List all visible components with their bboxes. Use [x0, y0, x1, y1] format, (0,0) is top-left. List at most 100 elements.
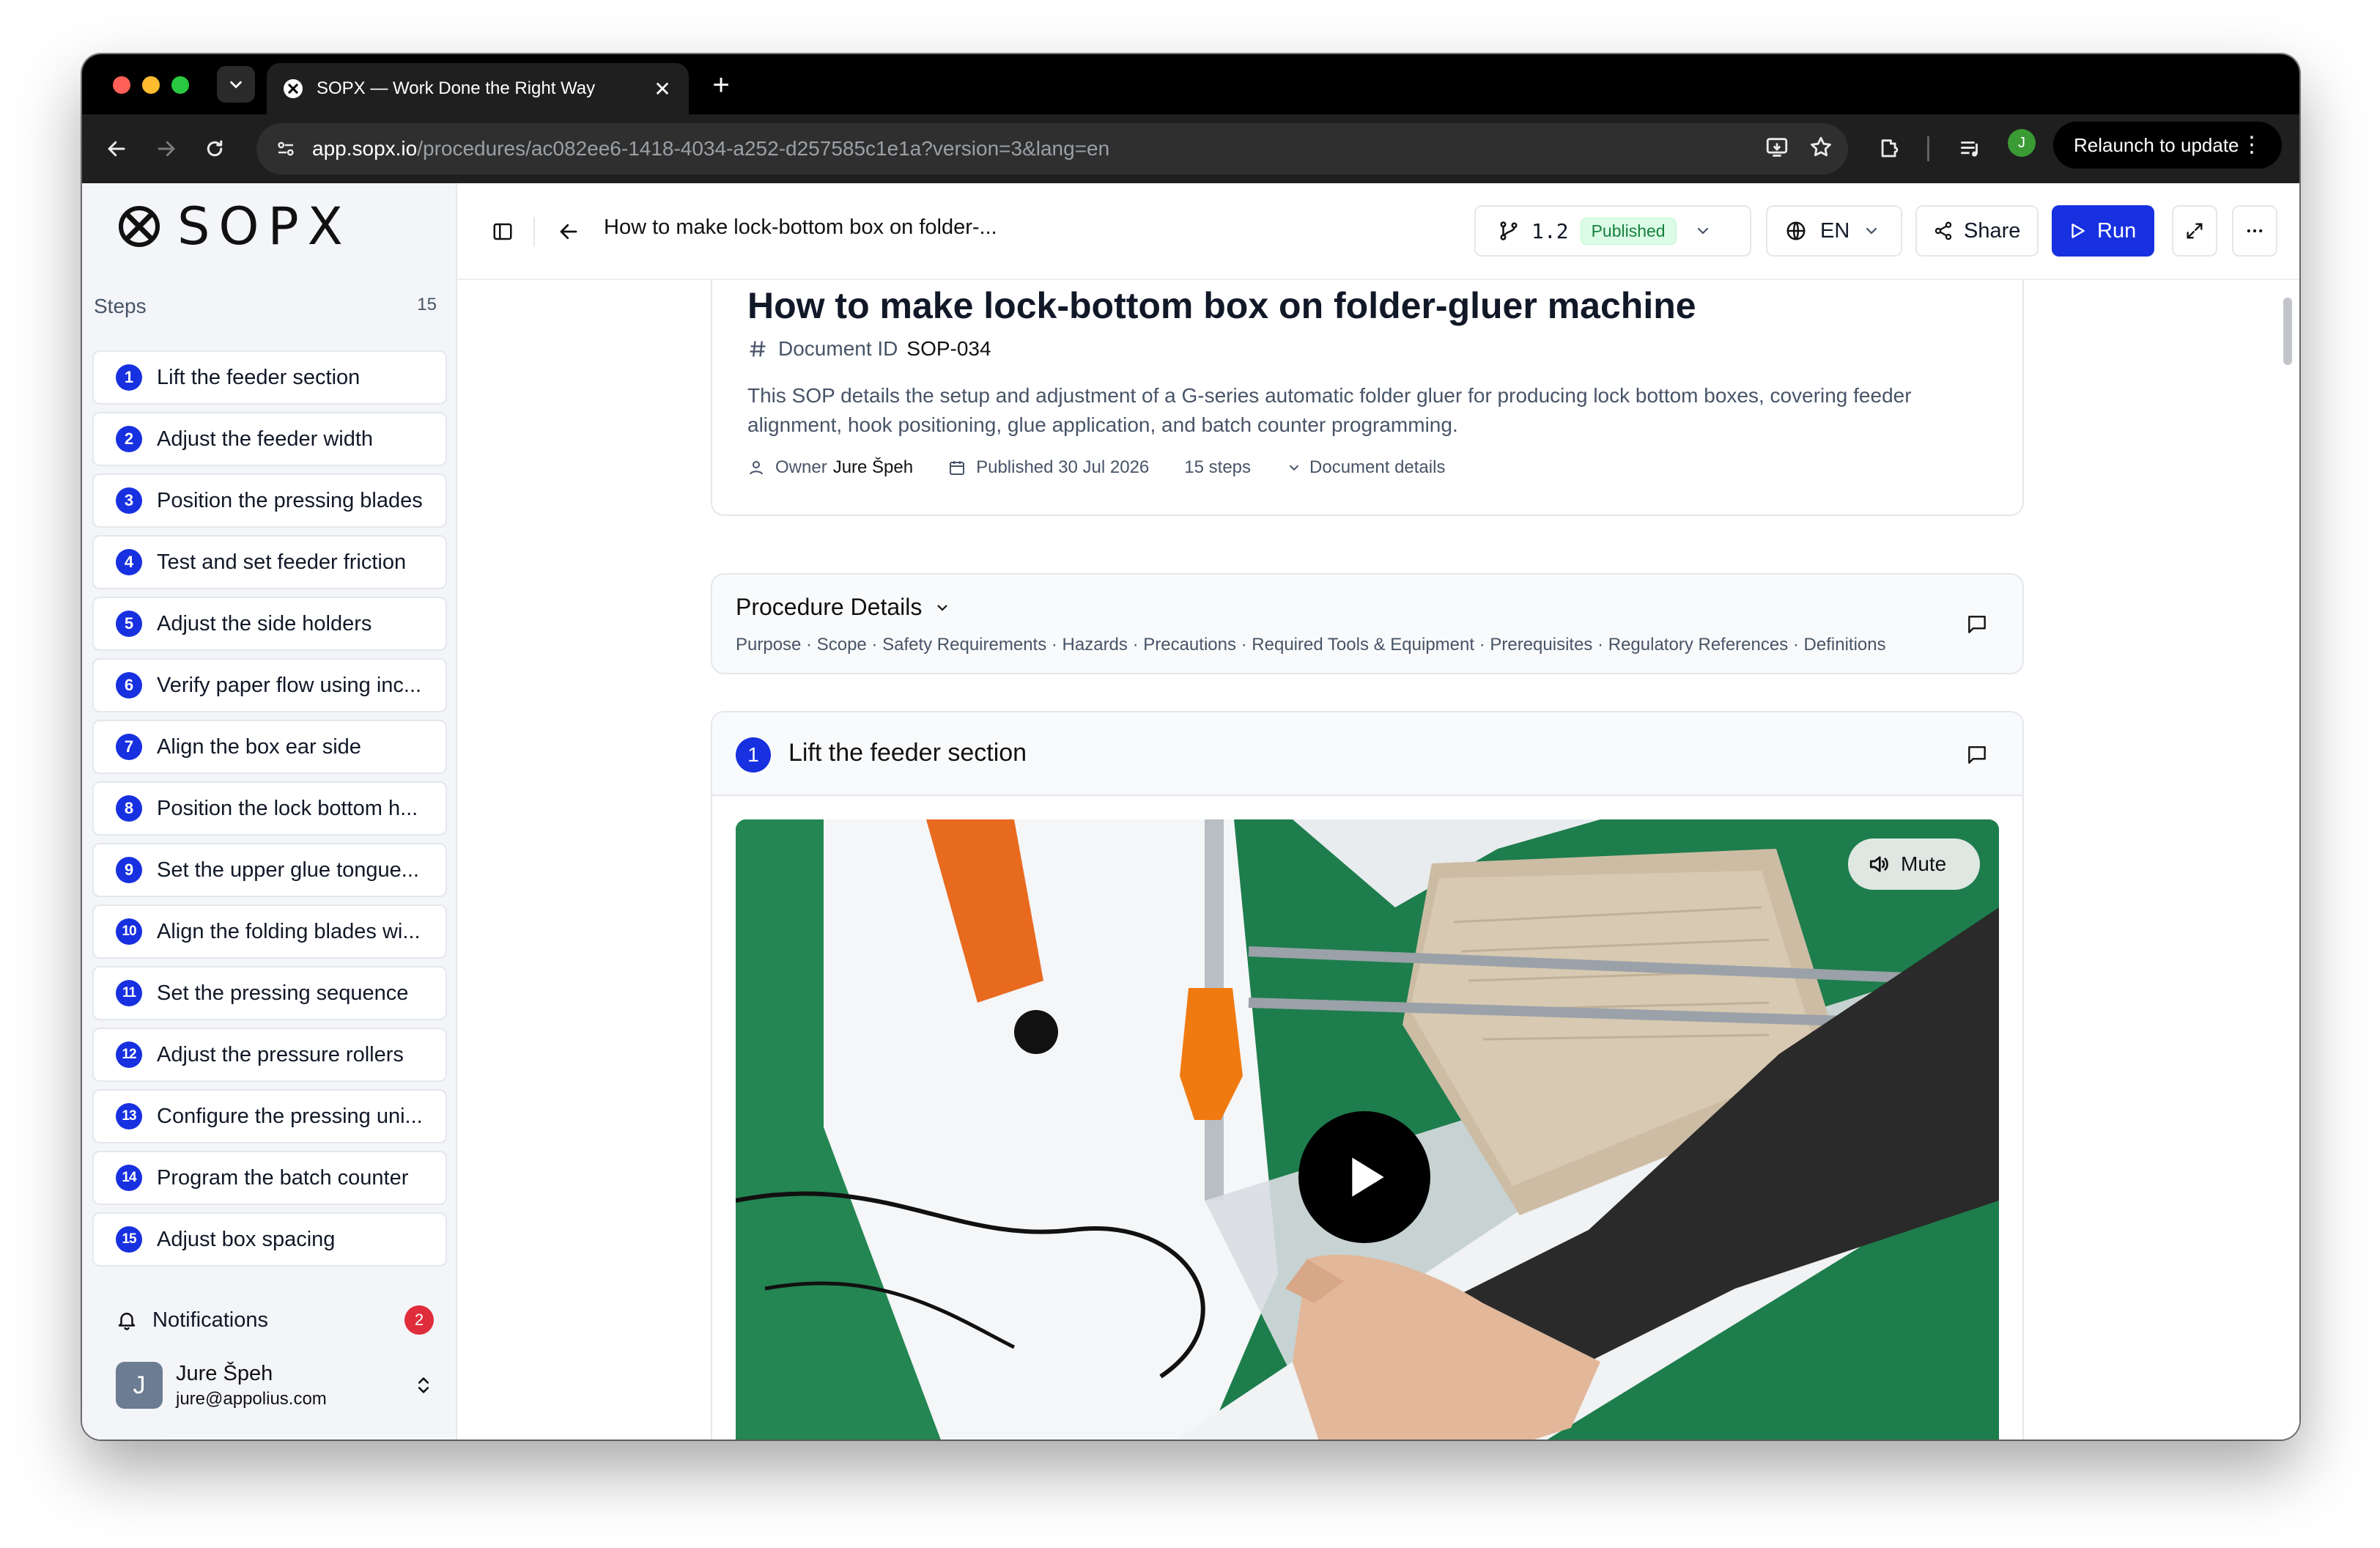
run-label: Run — [2097, 218, 2137, 243]
run-button[interactable]: Run — [2052, 205, 2154, 257]
play-button[interactable] — [1298, 1111, 1430, 1243]
back-to-procedures-button[interactable] — [552, 215, 585, 248]
step-item[interactable]: 6 Verify paper flow using inc... — [92, 658, 447, 712]
calendar-icon — [950, 461, 965, 475]
status-badge: Published — [1580, 217, 1677, 245]
step-item[interactable]: 12 Adjust the pressure rollers — [92, 1028, 447, 1082]
step-item[interactable]: 10 Align the folding blades wi... — [92, 904, 447, 959]
steps-count-text: 15 steps — [1184, 457, 1252, 477]
git-branch-icon — [1500, 221, 1518, 240]
step-label: Position the pressing blades — [157, 488, 423, 512]
document-id: Document ID SOP-034 — [747, 337, 991, 361]
share-button[interactable]: Share — [1915, 205, 2039, 257]
notifications-link[interactable]: Notifications 2 — [116, 1302, 434, 1338]
step-number-badge: 3 — [116, 487, 142, 514]
user-menu[interactable]: J Jure Špeh jure@appolius.com — [116, 1356, 434, 1415]
tab-search-button[interactable] — [217, 66, 255, 103]
document-details-toggle[interactable]: Document details — [1286, 457, 1445, 478]
step-item[interactable]: 13 Configure the pressing uni... — [92, 1089, 447, 1143]
extensions-icon[interactable] — [1871, 130, 1908, 167]
chevron-down-icon — [1289, 465, 1299, 471]
language-selector[interactable]: EN — [1766, 205, 1902, 257]
step-item[interactable]: 5 Adjust the side holders — [92, 597, 447, 651]
fullscreen-button[interactable] — [2172, 205, 2217, 257]
step-label: Adjust the pressure rollers — [157, 1042, 404, 1066]
chevron-down-icon — [230, 81, 242, 89]
step-item[interactable]: 8 Position the lock bottom h... — [92, 781, 447, 836]
step-label: Set the upper glue tongue... — [157, 858, 419, 882]
more-vertical-icon: ⋮ — [2241, 133, 2263, 157]
step-item[interactable]: 3 Position the pressing blades — [92, 473, 447, 528]
step-item[interactable]: 14 Program the batch counter — [92, 1151, 447, 1205]
address-bar[interactable]: app.sopx.io/procedures/ac082ee6-1418-403… — [256, 123, 1848, 174]
forward-button[interactable] — [148, 130, 185, 167]
step-item[interactable]: 2 Adjust the feeder width — [92, 412, 447, 466]
close-window-button[interactable] — [113, 76, 130, 94]
profile-avatar[interactable]: J — [2008, 129, 2036, 157]
browser-tab[interactable]: SOPX — Work Done the Right Way ✕ — [267, 63, 689, 114]
share-icon — [1934, 221, 1952, 240]
step-label: Verify paper flow using inc... — [157, 673, 422, 697]
toggle-sidebar-button[interactable] — [487, 215, 519, 248]
comment-icon[interactable] — [1962, 740, 1992, 770]
step-label: Set the pressing sequence — [157, 981, 409, 1005]
step-video[interactable]: Mute — [736, 819, 1999, 1440]
reload-button[interactable] — [196, 130, 233, 167]
chevrons-up-down-icon — [418, 1377, 429, 1393]
comment-icon[interactable] — [1962, 610, 1992, 639]
sopx-logo-icon — [119, 206, 160, 247]
notifications-count-badge: 2 — [404, 1305, 434, 1335]
step-label: Adjust the side holders — [157, 611, 372, 635]
procedure-details-sections: Purpose · Scope · Safety Requirements · … — [736, 635, 1886, 655]
step-item[interactable]: 9 Set the upper glue tongue... — [92, 843, 447, 897]
document-meta: Owner Jure Špeh Published 30 Jul 2026 15… — [747, 457, 1480, 478]
steps-label: Steps — [94, 295, 147, 317]
scrollbar-thumb[interactable] — [2283, 298, 2292, 365]
user-name: Jure Špeh — [176, 1361, 273, 1385]
expand-icon — [2187, 223, 2203, 239]
url-text: app.sopx.io/procedures/ac082ee6-1418-403… — [312, 137, 1764, 161]
procedure-details-title: Procedure Details — [736, 594, 951, 621]
maximize-window-button[interactable] — [171, 76, 189, 94]
step-number-badge: 5 — [116, 611, 142, 637]
published-meta: Published 30 Jul 2026 — [948, 457, 1149, 478]
close-tab-icon[interactable]: ✕ — [651, 77, 674, 101]
step-item[interactable]: 4 Test and set feeder friction — [92, 535, 447, 589]
step-number-badge: 1 — [116, 364, 142, 391]
media-controls-icon[interactable] — [1952, 130, 1989, 167]
more-options-button[interactable] — [2232, 205, 2277, 257]
relaunch-button[interactable]: Relaunch to update ⋮ — [2053, 122, 2282, 169]
steps-count: 15 — [417, 295, 437, 314]
back-button[interactable] — [98, 130, 135, 167]
step-item[interactable]: 11 Set the pressing sequence — [92, 966, 447, 1020]
new-tab-icon[interactable]: + — [706, 70, 736, 100]
procedure-details-label: Procedure Details — [736, 594, 923, 620]
version-selector[interactable]: 1.2 Published — [1474, 205, 1751, 257]
step-label: Align the box ear side — [157, 734, 361, 759]
notifications-label: Notifications — [152, 1308, 268, 1332]
step-label: Adjust box spacing — [157, 1227, 336, 1251]
mute-label: Mute — [1901, 852, 1947, 875]
document-id-label: Document ID — [778, 337, 898, 360]
step-number-badge: 7 — [116, 734, 142, 760]
step-label: Lift the feeder section — [157, 365, 361, 389]
procedure-details-card[interactable]: Procedure Details Purpose · Scope · Safe… — [711, 573, 2024, 674]
step-item[interactable]: 1 Lift the feeder section — [92, 350, 447, 405]
more-horizontal-icon — [2247, 229, 2263, 233]
sopx-logo[interactable]: SOPX — [117, 196, 352, 257]
minimize-window-button[interactable] — [142, 76, 160, 94]
arrow-left-icon — [108, 141, 125, 157]
site-settings-icon[interactable] — [271, 134, 300, 163]
step-title: Lift the feeder section — [788, 739, 1027, 767]
step-item[interactable]: 7 Align the box ear side — [92, 720, 447, 774]
browser-window: SOPX — Work Done the Right Way ✕ + app.s… — [82, 54, 2299, 1440]
document-title: How to make lock-bottom box on folder-gl… — [747, 285, 1696, 326]
document-details-label: Document details — [1309, 457, 1446, 477]
install-app-icon[interactable] — [1764, 135, 1789, 163]
mute-button[interactable]: Mute — [1848, 838, 1980, 890]
step-item[interactable]: 15 Adjust box spacing — [92, 1212, 447, 1267]
bookmark-star-icon[interactable] — [1808, 135, 1833, 163]
step-label: Program the batch counter — [157, 1165, 409, 1190]
step-list: 1 Lift the feeder section 2 Adjust the fee… — [92, 350, 447, 1274]
published-date: Published 30 Jul 2026 — [976, 457, 1150, 477]
